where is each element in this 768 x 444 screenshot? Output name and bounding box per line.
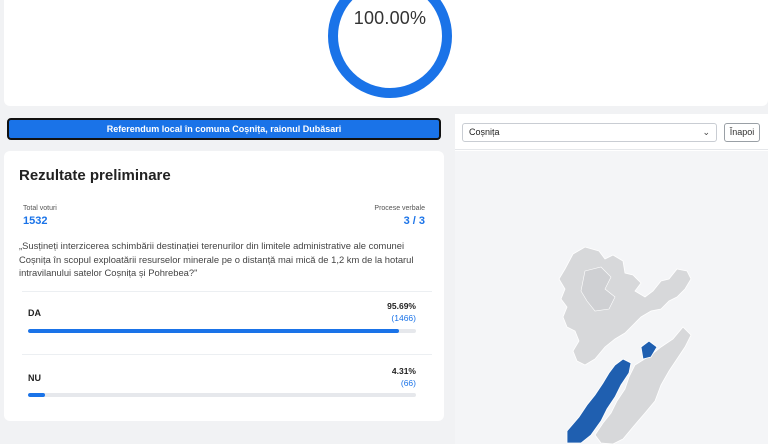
option-nu: NU 4.31% (66) — [22, 354, 432, 404]
results-card: Rezultate preliminare Total voturi 1532 … — [4, 151, 444, 421]
option-percent: 4.31% — [391, 366, 416, 376]
option-bar — [28, 393, 416, 397]
option-bar-fill — [28, 329, 400, 333]
locality-select-value: Coșnița — [469, 127, 500, 137]
option-name: NU — [28, 373, 41, 383]
referendum-question: „Susțineți interzicerea schimbării desti… — [19, 240, 414, 278]
back-button[interactable]: Înapoi — [724, 123, 760, 142]
total-votes-value: 1532 — [23, 215, 48, 227]
option-da: DA 95.69% (1466) — [22, 291, 432, 341]
turnout-ring: 100.00% — [326, 0, 454, 100]
referendum-banner-button[interactable]: Referendum local în comuna Coșnița, raio… — [7, 118, 441, 140]
option-name: DA — [28, 308, 41, 318]
locality-select[interactable]: Coșnița ⌄ — [462, 123, 717, 142]
locality-map — [558, 246, 692, 444]
option-bar — [28, 329, 416, 333]
turnout-card: 100.00% — [4, 0, 768, 106]
map-panel: Coșnița ⌄ Înapoi — [455, 114, 768, 444]
option-percent: 95.69% — [387, 301, 416, 311]
map-header: Coșnița ⌄ Înapoi — [455, 114, 768, 150]
option-bar-fill — [28, 393, 45, 397]
protocols-label: Procese verbale — [374, 205, 425, 212]
map-area[interactable] — [455, 151, 768, 444]
option-count: (66) — [400, 378, 416, 388]
option-count: (1466) — [391, 313, 416, 323]
total-votes-label: Total voturi — [23, 205, 57, 212]
turnout-percent: 100.00% — [353, 8, 427, 28]
chevron-down-icon: ⌄ — [702, 127, 710, 137]
results-title: Rezultate preliminare — [19, 167, 171, 184]
protocols-value: 3 / 3 — [403, 215, 425, 227]
